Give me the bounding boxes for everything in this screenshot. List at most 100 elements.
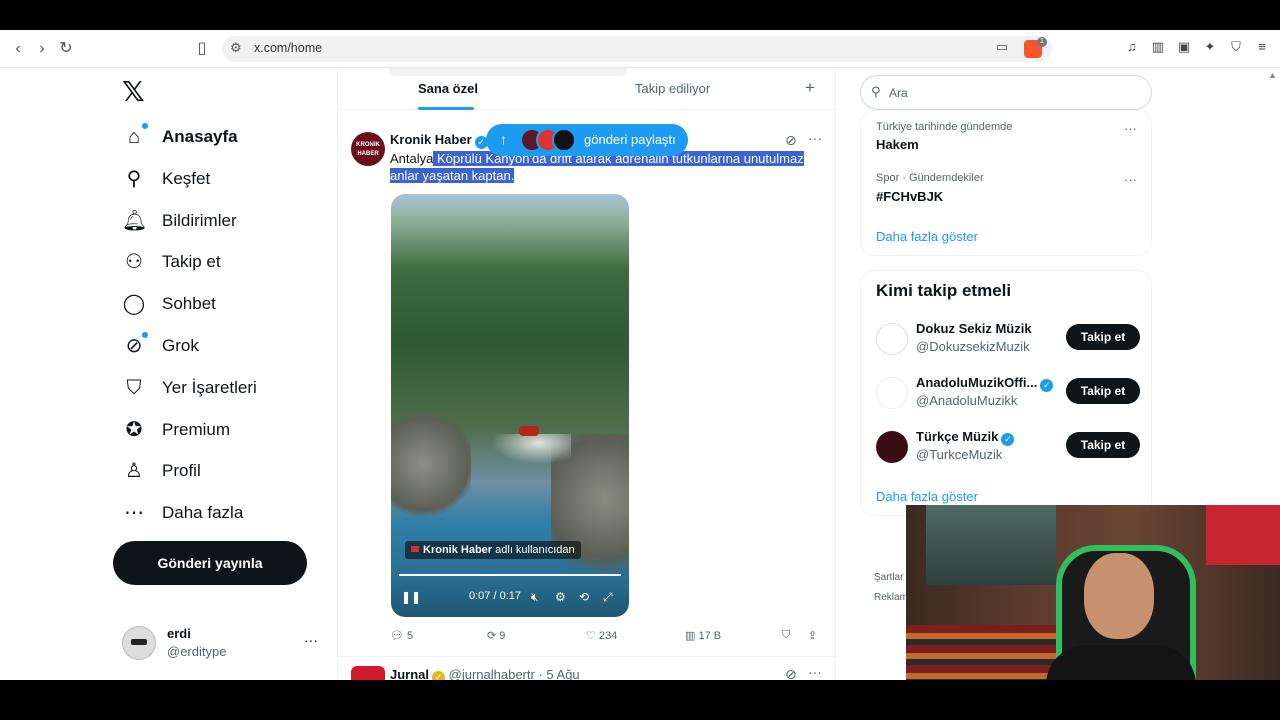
credit-suffix: adlı kullanıcıdan	[492, 544, 575, 556]
nav-label: Sohbet	[162, 294, 216, 313]
video-progress-bar[interactable]	[399, 574, 621, 576]
trend-category: Türkiye tarihinde gündemde	[876, 121, 1013, 133]
views-button[interactable]: ▥ 17 B	[685, 629, 721, 642]
reply-button[interactable]: 💬︎ 5	[390, 629, 413, 642]
nav-label: Anasayfa	[162, 127, 238, 146]
follow-name[interactable]: AnadoluMuzikOffi... ✓	[916, 375, 1054, 392]
nav-bookmarks[interactable]: ⛉ Yer İşaretleri	[122, 373, 257, 403]
site-settings-icon[interactable]: ⚙	[230, 40, 242, 56]
scroll-up-icon[interactable]: ▲	[1268, 70, 1277, 80]
avatar	[552, 128, 576, 152]
follow-button[interactable]: Takip et	[1066, 432, 1140, 458]
nav-explore[interactable]: ⚲ Keşfet	[122, 164, 211, 194]
footer-link-ads[interactable]: Reklam	[874, 588, 908, 608]
follow-name[interactable]: Türkçe Müzik ✓	[916, 429, 1015, 446]
trend-category: Spor · Gündemdekiler	[876, 172, 984, 184]
nav-grok[interactable]: ⊘ Grok	[122, 331, 199, 361]
address-bar[interactable]: ⚙ x.com/home ▭ 1	[222, 36, 1052, 62]
nav-profile[interactable]: ♙ Profil	[122, 456, 201, 486]
browser-right-tools: ♫ ▥ ▣ ✦ ⛉ ≡	[1124, 39, 1270, 55]
back-icon[interactable]: ‹	[8, 39, 28, 59]
tab-following[interactable]: Takip ediliyor	[635, 81, 710, 96]
music-icon[interactable]: ♫	[1124, 39, 1140, 55]
vpn-icon[interactable]: ⛉	[1228, 39, 1244, 55]
x-logo-icon[interactable]: 𝕏	[122, 78, 150, 106]
nav-label: Profil	[162, 461, 201, 480]
more-dots-icon[interactable]: ···	[1124, 121, 1137, 136]
follow-button[interactable]: Takip et	[1066, 378, 1140, 404]
more-dots-icon[interactable]: ···	[808, 130, 822, 146]
reload-icon[interactable]: ↻	[56, 39, 76, 59]
url-text[interactable]: x.com/home	[254, 41, 322, 55]
user-name: erdi	[167, 626, 191, 641]
add-tab-icon[interactable]: +	[805, 78, 815, 98]
sidebar-icon[interactable]: ▥	[1150, 39, 1166, 55]
search-icon: ⚲	[871, 84, 881, 99]
show-more-link[interactable]: Daha fazla göster	[876, 489, 978, 504]
grok-explain-icon[interactable]: ⊘	[785, 666, 797, 680]
credit-name: Kronik Haber	[423, 544, 493, 556]
tweet-video[interactable]: Kronik Haber adlı kullanıcıdan ❚❚ 0:07 /…	[391, 194, 629, 617]
more-dots-icon[interactable]: ···	[1124, 172, 1137, 187]
repost-video-icon[interactable]: ⟲	[579, 590, 589, 604]
tweet-author-avatar[interactable]: KRONIK HABER	[351, 132, 385, 166]
trends-card: Türkiye tarihinde gündemde Hakem ··· Spo…	[860, 110, 1152, 256]
cast-icon[interactable]: ▭	[996, 39, 1008, 55]
forward-icon[interactable]: ›	[32, 39, 52, 59]
brave-badge: 1	[1037, 37, 1047, 47]
follow-button[interactable]: Takip et	[1066, 324, 1140, 350]
bookmark-page-icon[interactable]: ▯	[192, 39, 212, 59]
pause-icon[interactable]: ❚❚	[401, 590, 421, 604]
nav-more[interactable]: ⋯ Daha fazla	[122, 498, 243, 528]
new-posts-notice[interactable]: ↑ gönderi paylaştı	[486, 124, 688, 156]
more-dots-icon[interactable]: ···	[304, 632, 318, 648]
trend-name[interactable]: #FCHvBJK	[876, 189, 943, 204]
mute-icon[interactable]: 🔇︎	[531, 590, 539, 605]
nav-label: Bildirimler	[162, 211, 237, 230]
follow-handle: @AnadoluMuzikk	[916, 393, 1018, 408]
like-button[interactable]: ♡ 234	[586, 629, 617, 642]
tweet-date: · 5 Ağu	[538, 667, 580, 680]
search-input[interactable]: ⚲ Ara	[860, 75, 1152, 110]
more-dots-icon[interactable]: ···	[808, 664, 822, 680]
share-icon[interactable]: ⇪	[808, 629, 817, 642]
timeline: Sana özel Takip ediliyor + KRONIK HABER …	[337, 68, 837, 680]
avatar[interactable]	[876, 377, 908, 409]
video-credit[interactable]: Kronik Haber adlı kullanıcıdan	[405, 541, 581, 559]
avatar[interactable]	[876, 323, 908, 355]
tweet-author-name[interactable]: Kronik Haber ✓	[390, 132, 488, 149]
wallet-icon[interactable]: ▣	[1176, 39, 1192, 55]
nav-label: Premium	[162, 420, 231, 439]
avatar[interactable]	[876, 431, 908, 463]
follow-name-text: AnadoluMuzikOffi...	[916, 375, 1038, 390]
nav-notifications[interactable]: 🔔︎ Bildirimler	[122, 206, 237, 236]
nav-chat[interactable]: ◯ Sohbet	[122, 289, 216, 319]
add-person-icon: ⚇	[125, 251, 143, 273]
tab-for-you[interactable]: Sana özel	[418, 81, 478, 96]
menu-icon[interactable]: ≡	[1254, 39, 1270, 55]
nav-home[interactable]: ⌂ Anasayfa	[122, 122, 238, 152]
verified-badge-icon: ✓	[1001, 433, 1015, 446]
account-switcher[interactable]: erdi @erditype ···	[122, 624, 322, 664]
tweet-author-avatar[interactable]	[351, 666, 385, 680]
post-button[interactable]: Gönderi yayınla	[113, 541, 307, 585]
ai-sparkle-icon[interactable]: ✦	[1202, 39, 1218, 55]
trend-name[interactable]: Hakem	[876, 137, 919, 152]
fullscreen-icon[interactable]: ⤢	[603, 590, 613, 605]
bookmark-icon: ⛉	[126, 377, 142, 399]
nav-premium[interactable]: ✪ Premium	[122, 415, 230, 445]
footer-link-terms[interactable]: Şartlar	[874, 568, 908, 588]
repost-button[interactable]: ⟳ 9	[487, 629, 505, 642]
author-handle: @jurnalhabertr	[448, 667, 535, 680]
video-frame-detail	[519, 426, 539, 436]
settings-icon[interactable]: ⚙	[555, 590, 566, 604]
show-more-link[interactable]: Daha fazla göster	[876, 229, 978, 244]
tweet2-header[interactable]: Jurnal ✓ @jurnalhabertr · 5 Ağu	[390, 667, 580, 680]
bookmark-icon[interactable]: ⛉	[782, 629, 790, 642]
view-count: 17 B	[698, 630, 722, 642]
nav-follow[interactable]: ⚇ Takip et	[122, 247, 221, 277]
follow-name[interactable]: Dokuz Sekiz Müzik	[916, 321, 1032, 336]
author-name-text: Kronik Haber	[390, 132, 472, 147]
bell-icon: 🔔︎	[122, 210, 148, 232]
grok-explain-icon[interactable]: ⊘	[785, 132, 797, 149]
